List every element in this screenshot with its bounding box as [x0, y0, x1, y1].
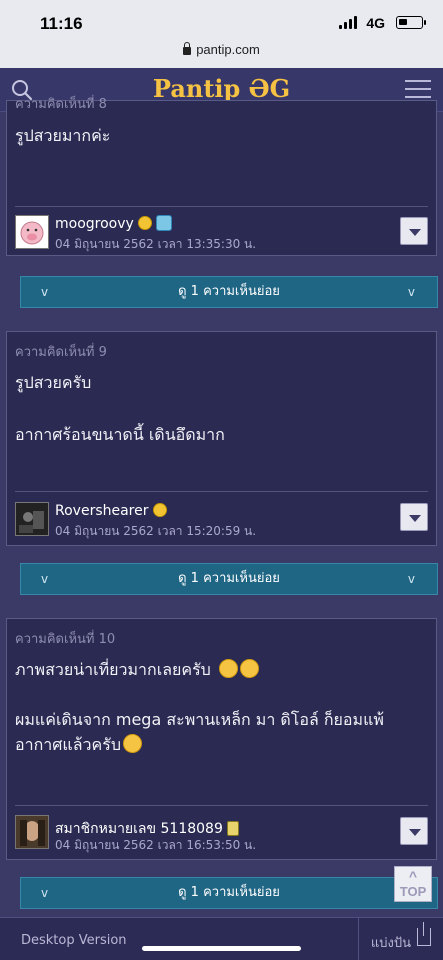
comment-number: ความคิดเห็นที่ 9: [15, 345, 107, 360]
avatar[interactable]: [15, 815, 49, 849]
avatar[interactable]: [15, 215, 49, 249]
desktop-version-link[interactable]: Desktop Version: [21, 933, 127, 948]
sweat-smile-emoji-icon: [122, 734, 142, 754]
view-replies-button[interactable]: v ดู 1 ความเห็นย่อย v: [20, 877, 438, 909]
emoticon-icon: [152, 503, 167, 517]
kiss-emoji-icon: [239, 659, 259, 678]
comment-username[interactable]: Rovershearer: [55, 503, 167, 519]
badge-icon: [226, 821, 239, 836]
comment-text: รูปสวยครับ: [15, 373, 92, 392]
bottom-bar: Desktop Version แบ่งปัน: [0, 917, 443, 960]
back-to-top-button[interactable]: ^ TOP: [394, 866, 432, 902]
comment-card: ความคิดเห็นที่ 8 รูปสวยมากค่ะ moogroovy …: [6, 97, 437, 256]
comment-text: อากาศร้อนขนาดนี้ เดินอึดมาก: [15, 424, 225, 444]
view-replies-button[interactable]: v ดู 1 ความเห็นย่อย v: [20, 276, 438, 308]
username-text[interactable]: moogroovy: [55, 216, 134, 232]
chevron-down-icon: v: [407, 285, 415, 299]
comment-number: ความคิดเห็นที่ 10: [15, 632, 116, 647]
comment-card: ความคิดเห็นที่ 9 รูปสวยครับ อากาศร้อนขนา…: [6, 331, 437, 546]
comment-body: รูปสวยครับ อากาศร้อนขนาดนี้ เดินอึดมาก: [15, 370, 426, 473]
photo-avatar-icon: [16, 816, 48, 848]
signal-icon: [339, 16, 357, 29]
comment-text: ภาพสวยน่าเที่ยวมากเลยครับ: [15, 657, 426, 683]
view-replies-label: ดู 1 ความเห็นย่อย: [178, 885, 280, 900]
url-bar[interactable]: pantip.com: [0, 42, 443, 57]
view-replies-label: ดู 1 ความเห็นย่อย: [178, 571, 280, 586]
pig-avatar-icon: [20, 221, 44, 245]
comment-text-line: ภาพสวยน่าเที่ยวมากเลยครับ: [15, 660, 211, 679]
share-button[interactable]: แบ่งปัน: [371, 932, 411, 953]
comment-options-dropdown[interactable]: [400, 217, 428, 245]
comment-text-line: ผมแค่เดินจาก mega สะพานเหล็ก มา ดิโอล์ ก…: [15, 709, 384, 755]
comment-card: ความคิดเห็นที่ 10 ภาพสวยน่าเที่ยวมากเลยค…: [6, 618, 437, 860]
emoticon-icon: [137, 216, 152, 230]
battery-icon: [396, 16, 426, 29]
comment-body: ภาพสวยน่าเที่ยวมากเลยครับ ผมแค่เดินจาก m…: [15, 657, 426, 784]
chevron-down-icon: v: [41, 886, 49, 900]
username-text[interactable]: Rovershearer: [55, 503, 149, 519]
url-text: pantip.com: [196, 42, 260, 57]
divider: [15, 805, 428, 806]
comment-date: 04 มิถุนายน 2562 เวลา 16:53:50 น.: [55, 838, 257, 852]
comment-options-dropdown[interactable]: [400, 817, 428, 845]
photo-avatar-icon: [16, 503, 48, 535]
divider: [15, 491, 428, 492]
chevron-down-icon: v: [41, 572, 49, 586]
comment-number: ความคิดเห็นที่ 8: [15, 97, 107, 112]
comment-body: รูปสวยมากค่ะ: [15, 123, 426, 175]
view-replies-button[interactable]: v ดู 1 ความเห็นย่อย v: [20, 563, 438, 595]
network-label: 4G: [366, 15, 385, 31]
status-time: 11:16: [40, 14, 83, 33]
comment-text: รูปสวยมากค่ะ: [15, 126, 111, 145]
kiss-emoji-icon: [218, 659, 238, 678]
chevron-down-icon: v: [407, 572, 415, 586]
divider: [15, 206, 428, 207]
comment-options-dropdown[interactable]: [400, 503, 428, 531]
lock-icon: [183, 42, 192, 55]
comment-date: 04 มิถุนายน 2562 เวลา 15:20:59 น.: [55, 524, 257, 538]
top-label: TOP: [399, 884, 427, 899]
comment-username[interactable]: moogroovy: [55, 215, 172, 232]
chevron-down-icon: v: [41, 285, 49, 299]
username-text[interactable]: สมาชิกหมายเลข 5118089: [55, 821, 223, 837]
share-icon[interactable]: [417, 922, 431, 946]
chevron-up-icon: ^: [408, 868, 418, 884]
divider: [358, 918, 359, 960]
home-indicator: [142, 946, 301, 951]
comment-date: 04 มิถุนายน 2562 เวลา 13:35:30 น.: [55, 237, 257, 251]
hamburger-menu-icon[interactable]: [405, 80, 431, 100]
avatar[interactable]: [15, 502, 49, 536]
badge-icon: [155, 215, 172, 231]
comment-text: ผมแค่เดินจาก mega สะพานเหล็ก มา ดิโอล์ ก…: [15, 707, 426, 758]
status-bar: 11:16 4G pantip.com: [0, 0, 443, 68]
view-replies-label: ดู 1 ความเห็นย่อย: [178, 284, 280, 299]
